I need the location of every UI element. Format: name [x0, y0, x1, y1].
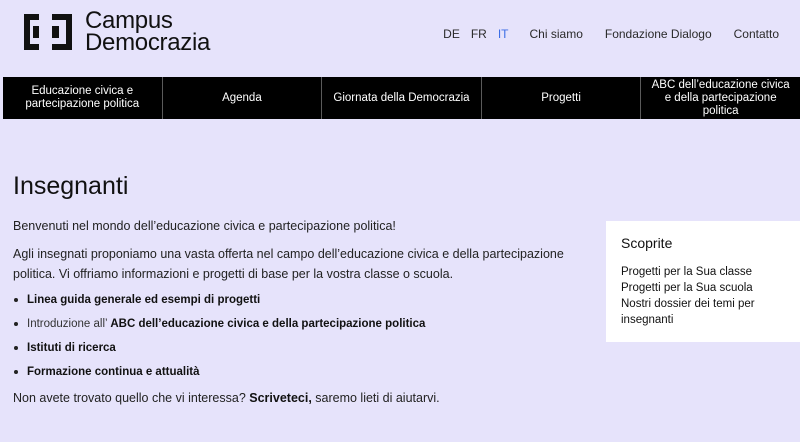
scriveteci-link[interactable]: Scriveteci,	[249, 391, 312, 405]
language-de[interactable]: DE	[443, 27, 460, 41]
sidebar-link-scuola[interactable]: Progetti per la Sua scuola	[621, 280, 785, 296]
list-item: Linea guida generale ed esempi di proget…	[13, 292, 593, 308]
nav-giornata-democrazia[interactable]: Giornata della Democrazia	[322, 77, 482, 119]
list-item: Introduzione all’ ABC dell’educazione ci…	[13, 316, 593, 332]
contatto-link[interactable]: Contatto	[734, 27, 779, 41]
abc-educazione-link[interactable]: ABC dell’educazione civica e della parte…	[110, 318, 425, 330]
site-header: Campus Democrazia DE FR IT Chi siamo Fon…	[0, 0, 800, 77]
main-content: Insegnanti Benvenuti nel mondo dell’educ…	[13, 172, 593, 416]
language-it[interactable]: IT	[498, 27, 509, 41]
istituti-ricerca-link[interactable]: Istituti di ricerca	[27, 342, 116, 354]
linea-guida-link[interactable]: Linea guida generale ed esempi di proget…	[27, 294, 260, 306]
intro-text: Benvenuti nel mondo dell’educazione civi…	[13, 219, 396, 233]
resource-list: Linea guida generale ed esempi di proget…	[13, 292, 593, 380]
closing-text-after: saremo lieti di aiutarvi.	[311, 391, 440, 405]
logo-mark-icon	[24, 12, 72, 52]
main-navigation: Educazione civica e partecipazione polit…	[3, 77, 800, 119]
sidebar-title: Scoprite	[621, 235, 673, 251]
list-item: Istituti di ricerca	[13, 340, 593, 356]
closing-text: Non avete trovato quello che vi interess…	[13, 388, 593, 408]
list-item-prefix: Introduzione all’	[27, 318, 111, 330]
fondazione-dialogo-link[interactable]: Fondazione Dialogo	[605, 27, 712, 41]
nav-educazione-civica[interactable]: Educazione civica e partecipazione polit…	[3, 77, 163, 119]
page-title: Insegnanti	[13, 172, 129, 200]
nav-abc-educazione-civica[interactable]: ABC dell’educazione civica e della parte…	[641, 77, 800, 119]
top-navigation: DE FR IT Chi siamo Fondazione Dialogo Co…	[443, 27, 779, 41]
list-item: Formazione continua e attualità	[13, 364, 593, 380]
nav-progetti[interactable]: Progetti	[482, 77, 642, 119]
discover-sidebar: Scoprite Progetti per la Sua classe Prog…	[606, 221, 800, 342]
description-text: Agli insegnati proponiamo una vasta offe…	[13, 247, 564, 281]
home-logo-link[interactable]: Campus Democrazia	[24, 9, 211, 56]
language-fr[interactable]: FR	[471, 27, 487, 41]
formazione-continua-link[interactable]: Formazione continua e attualità	[27, 366, 200, 378]
logo-text-line2: Democrazia	[85, 29, 211, 56]
closing-text-before: Non avete trovato quello che vi interess…	[13, 391, 250, 405]
logo-text: Campus Democrazia	[85, 9, 211, 56]
nav-agenda[interactable]: Agenda	[163, 77, 323, 119]
sidebar-link-classe[interactable]: Progetti per la Sua classe	[621, 264, 785, 280]
sidebar-link-dossier[interactable]: Nostri dossier dei temi per insegnanti	[621, 296, 785, 328]
chi-siamo-link[interactable]: Chi siamo	[530, 27, 583, 41]
